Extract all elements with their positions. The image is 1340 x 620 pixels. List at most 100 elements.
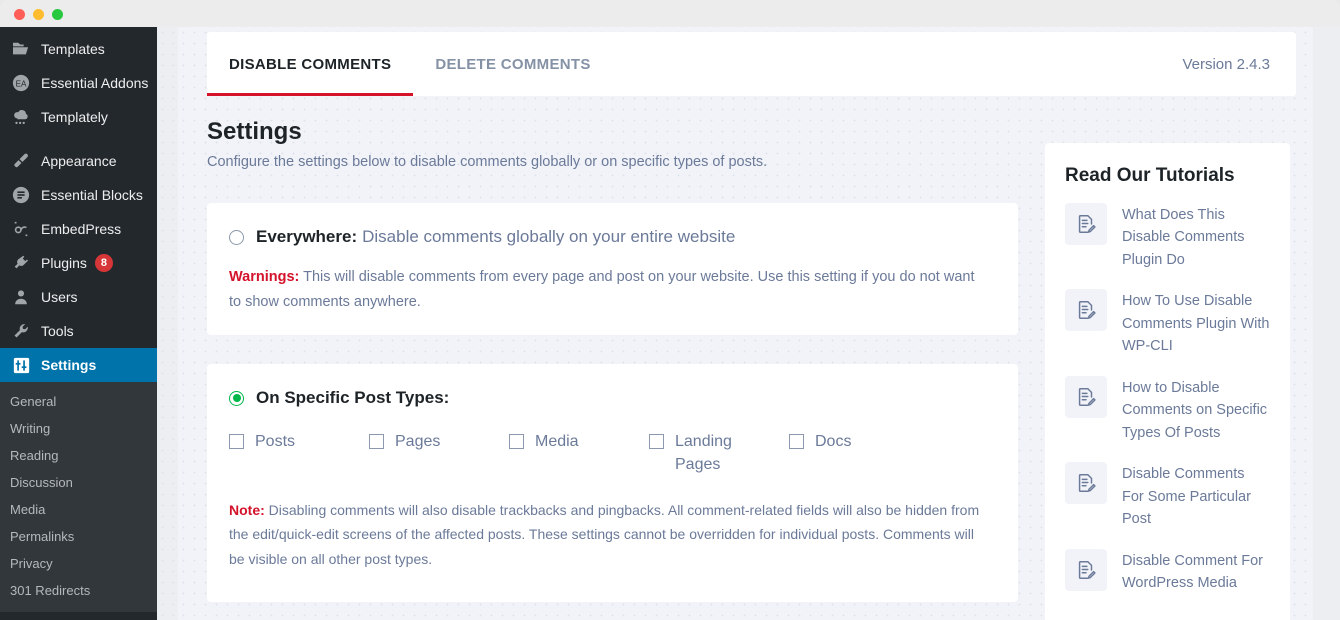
page-subtitle: Configure the settings below to disable … bbox=[207, 154, 768, 170]
tab-disable-comments[interactable]: DISABLE COMMENTS bbox=[207, 32, 414, 96]
everywhere-option-card: Everywhere: Disable comments globally on… bbox=[207, 203, 1018, 335]
sidebar-item-label: Users bbox=[41, 289, 78, 305]
content-left-gutter bbox=[157, 27, 178, 620]
checkbox-label: Landing Pages bbox=[675, 433, 732, 474]
tutorial-title: Disable Comment For WordPress Media bbox=[1122, 552, 1264, 592]
menu-separator bbox=[0, 134, 157, 144]
document-edit-icon bbox=[1065, 462, 1107, 505]
tutorial-title: How To Use Disable Comments Plugin With … bbox=[1122, 293, 1270, 355]
submenu-item-general[interactable]: General bbox=[0, 388, 157, 415]
folder-open-icon bbox=[10, 39, 32, 59]
landing-pages-checkbox[interactable] bbox=[649, 434, 664, 449]
sidebar-item-tools[interactable]: Tools bbox=[0, 314, 157, 348]
sidebar-item-users[interactable]: Users bbox=[0, 280, 157, 314]
checkbox-item-pages[interactable]: Pages bbox=[369, 430, 509, 476]
tab-delete-comments[interactable]: DELETE COMMENTS bbox=[413, 32, 612, 96]
specific-post-types-label: On Specific Post Types: bbox=[256, 388, 450, 407]
tutorial-link-5[interactable]: Disable Comment For WordPress Media bbox=[1065, 548, 1270, 595]
sidebar-item-label: Settings bbox=[41, 357, 97, 373]
document-edit-icon bbox=[1065, 548, 1107, 591]
window-title-bar bbox=[0, 0, 1340, 27]
sidebar-item-label: Essential Addons bbox=[41, 75, 149, 91]
essential-addons-icon: EA bbox=[10, 73, 32, 93]
submenu-item-writing[interactable]: Writing bbox=[0, 415, 157, 442]
plugins-update-badge: 8 bbox=[94, 254, 113, 272]
maximize-window-button[interactable] bbox=[52, 9, 63, 20]
sidebar-item-settings[interactable]: Settings bbox=[0, 348, 165, 382]
warning-label: Warnings: bbox=[229, 269, 300, 285]
note-text: Disabling comments will also disable tra… bbox=[229, 502, 980, 567]
tutorial-title: How to Disable Comments on Specific Type… bbox=[1122, 379, 1268, 441]
sidebar-item-plugins[interactable]: Plugins 8 bbox=[0, 246, 157, 280]
tutorial-link-3[interactable]: How to Disable Comments on Specific Type… bbox=[1065, 375, 1270, 444]
docs-checkbox[interactable] bbox=[789, 434, 804, 449]
sidebar-item-essential-blocks[interactable]: Essential Blocks bbox=[0, 178, 157, 212]
everywhere-warning: Warnings: This will disable comments fro… bbox=[207, 247, 1018, 316]
main-content: DISABLE COMMENTS DELETE COMMENTS Version… bbox=[178, 27, 1313, 620]
specific-post-types-card: On Specific Post Types: Posts Pages Medi… bbox=[207, 364, 1018, 602]
specific-radio-row[interactable]: On Specific Post Types: bbox=[207, 364, 1018, 408]
specific-note: Note: Disabling comments will also disab… bbox=[207, 476, 1018, 570]
note-label: Note: bbox=[229, 502, 265, 519]
templately-cloud-icon bbox=[10, 107, 32, 127]
minimize-window-button[interactable] bbox=[33, 9, 44, 20]
embedpress-icon bbox=[10, 219, 32, 239]
tutorials-panel: Read Our Tutorials What Does This Disabl… bbox=[1045, 143, 1290, 620]
warning-text: This will disable comments from every pa… bbox=[229, 269, 975, 311]
sidebar-item-essential-addons[interactable]: EA Essential Addons bbox=[0, 66, 157, 100]
tutorial-link-1[interactable]: What Does This Disable Comments Plugin D… bbox=[1065, 203, 1270, 271]
sidebar-item-label: Plugins bbox=[41, 255, 87, 271]
tutorial-title: Disable Comments For Some Particular Pos… bbox=[1122, 466, 1251, 528]
everywhere-radio[interactable] bbox=[229, 229, 244, 245]
sidebar-item-label: Templates bbox=[41, 41, 105, 57]
submenu-item-media[interactable]: Media bbox=[0, 496, 157, 523]
everywhere-radio-row[interactable]: Everywhere: Disable comments globally on… bbox=[207, 203, 1018, 247]
media-checkbox[interactable] bbox=[509, 434, 524, 449]
specific-post-types-radio[interactable] bbox=[229, 390, 244, 406]
everywhere-label: Everywhere: bbox=[256, 227, 358, 246]
everywhere-description: Disable comments globally on your entire… bbox=[362, 227, 736, 246]
sidebar-item-embedpress[interactable]: EmbedPress bbox=[0, 212, 157, 246]
settings-submenu: General Writing Reading Discussion Media… bbox=[0, 382, 157, 612]
sidebar-item-templately[interactable]: Templately bbox=[0, 100, 157, 134]
sidebar-item-label: Essential Blocks bbox=[41, 187, 143, 203]
tutorial-link-2[interactable]: How To Use Disable Comments Plugin With … bbox=[1065, 289, 1270, 357]
tutorials-title: Read Our Tutorials bbox=[1065, 165, 1235, 186]
paintbrush-icon bbox=[10, 151, 32, 171]
checkbox-item-media[interactable]: Media bbox=[509, 430, 649, 476]
sidebar-item-appearance[interactable]: Appearance bbox=[0, 144, 157, 178]
blocks-icon bbox=[10, 185, 32, 205]
submenu-item-permalinks[interactable]: Permalinks bbox=[0, 523, 157, 550]
tutorial-title: What Does This Disable Comments Plugin D… bbox=[1122, 207, 1245, 268]
pages-checkbox[interactable] bbox=[369, 434, 384, 449]
sidebar-item-label: Templately bbox=[41, 109, 108, 125]
page-title: Settings bbox=[207, 118, 302, 145]
content-right-gutter bbox=[1313, 27, 1340, 620]
tutorial-link-4[interactable]: Disable Comments For Some Particular Pos… bbox=[1065, 462, 1270, 530]
close-window-button[interactable] bbox=[14, 9, 25, 20]
user-icon bbox=[10, 287, 32, 307]
traffic-lights bbox=[14, 9, 63, 20]
document-edit-icon bbox=[1065, 375, 1107, 418]
sidebar-item-label: EmbedPress bbox=[41, 221, 122, 237]
submenu-item-privacy[interactable]: Privacy bbox=[0, 550, 157, 577]
sliders-icon bbox=[10, 355, 32, 375]
admin-sidebar: Templates EA Essential Addons Templately bbox=[0, 27, 165, 620]
checkbox-item-docs[interactable]: Docs bbox=[789, 430, 929, 476]
svg-text:EA: EA bbox=[16, 80, 27, 89]
submenu-item-301-redirects[interactable]: 301 Redirects bbox=[0, 577, 157, 604]
sidebar-item-label: Appearance bbox=[41, 153, 117, 169]
plug-icon bbox=[10, 253, 32, 273]
checkbox-label: Pages bbox=[395, 433, 441, 450]
document-edit-icon bbox=[1065, 289, 1107, 332]
posts-checkbox[interactable] bbox=[229, 434, 244, 449]
checkbox-item-posts[interactable]: Posts bbox=[229, 430, 369, 476]
document-edit-icon bbox=[1065, 203, 1107, 245]
checkbox-item-landing-pages[interactable]: Landing Pages bbox=[649, 430, 789, 476]
checkbox-label: Media bbox=[535, 433, 579, 450]
version-label: Version 2.4.3 bbox=[1182, 55, 1270, 73]
submenu-item-reading[interactable]: Reading bbox=[0, 442, 157, 469]
submenu-item-discussion[interactable]: Discussion bbox=[0, 469, 157, 496]
sidebar-item-templates[interactable]: Templates bbox=[0, 32, 157, 66]
plugin-tabs-bar: DISABLE COMMENTS DELETE COMMENTS Version… bbox=[207, 32, 1296, 96]
